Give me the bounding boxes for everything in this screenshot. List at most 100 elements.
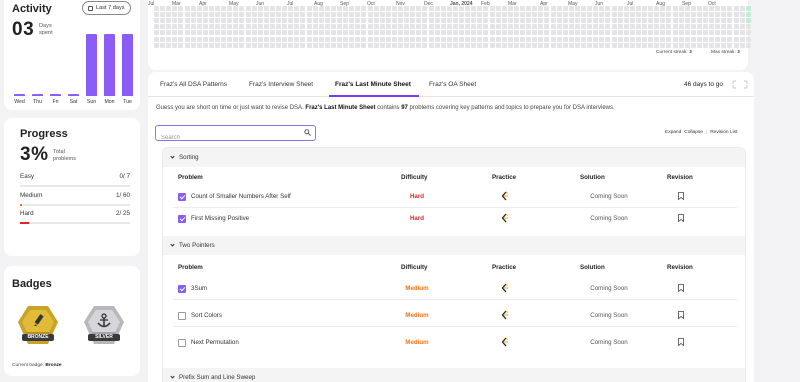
heatmap-cell [251,36,257,42]
problem-name[interactable]: 3Sum [191,285,207,292]
revision-list-link[interactable]: Revision List [710,130,737,135]
heatmap-cell [690,30,696,36]
heatmap-cell [276,6,281,11]
last-7-days-button[interactable]: Last 7 days [82,1,131,15]
heatmap-cell [727,24,733,30]
tab-oa-sheet[interactable]: Fraz's OA Sheet [429,81,476,88]
bookmark-icon[interactable] [678,338,684,346]
heatmap-cell [690,6,696,11]
problem-checkbox[interactable] [178,215,186,223]
heatmap-cell [251,6,257,11]
heatmap-cell [306,42,312,48]
bookmark-icon[interactable] [678,214,684,222]
heatmap-cell [611,24,617,30]
heatmap-cell [312,42,318,48]
heatmap-cell [227,24,233,30]
section-header-sorting[interactable]: Sorting [163,148,745,167]
section-header-two-pointers[interactable]: Two Pointers [163,236,745,255]
heatmap-cell [513,12,519,18]
problem-checkbox[interactable] [178,312,186,320]
heatmap-cell [404,42,410,48]
heatmap-cell [312,36,318,42]
heatmap-cell [550,36,556,42]
actions-separator: | [705,130,708,135]
section-title: Two Pointers [179,242,215,249]
heatmap-cell [178,24,184,30]
heatmap-cell [642,30,647,36]
heatmap-cell [343,18,349,24]
leetcode-icon[interactable] [500,283,510,293]
heatmap-cell [703,12,708,18]
heatmap-cell [404,24,410,30]
heatmap-cell [635,18,641,24]
heatmap-cell [257,42,263,48]
heatmap-cell [257,30,263,36]
heatmap-cell [581,6,586,11]
problem-checkbox[interactable] [178,193,186,201]
search-icon[interactable] [304,129,311,136]
heatmap-cell [367,42,373,48]
heatmap-cell [495,12,501,18]
leetcode-icon[interactable] [500,213,510,223]
problem-name[interactable]: Count of Smaller Numbers After Self [191,193,291,200]
bookmark-icon[interactable] [678,284,684,292]
collapse-link[interactable]: Collapse [684,130,703,135]
heatmap-cell [501,42,507,48]
heatmap-cell [404,6,410,11]
problem-name[interactable]: First Missing Positive [191,215,249,222]
bookmark-icon[interactable] [678,192,684,200]
search-box[interactable] [155,125,316,145]
heatmap-cell [190,6,196,11]
heatmap-cell [617,42,623,48]
heatmap-cell [160,6,166,11]
silver-badge[interactable]: SILVER [82,304,126,348]
heatmap-cell [227,6,233,11]
heatmap-cell [556,36,562,42]
heatmap-cell [623,24,629,30]
problem-checkbox[interactable] [178,339,186,347]
leetcode-icon[interactable] [500,337,510,347]
bookmark-icon[interactable] [678,311,684,319]
heatmap-cell [526,36,532,42]
heatmap-cell [452,12,458,18]
heatmap-cell [312,24,318,30]
heatmap-cell [538,18,544,24]
difficulty-label: Medium [405,339,429,346]
heatmap-cell [422,36,428,42]
heatmap-cell [251,12,257,18]
heatmap-cell [263,6,269,11]
tab-last-minute-sheet[interactable]: Fraz's Last Minute Sheet [335,81,411,88]
bronze-badge[interactable]: BRONZE [16,304,60,348]
heatmap-cell [678,24,684,30]
tab-all-dsa-patterns[interactable]: Fraz's All DSA Patterns [160,81,227,88]
heatmap-cell [263,12,269,18]
search-input[interactable] [156,131,296,145]
section-title: Sorting [179,154,199,161]
heatmap-cell [361,18,367,24]
heatmap-cell [446,36,452,42]
heatmap-cell [739,12,745,18]
heatmap-cell [471,42,477,48]
expand-link[interactable]: Expand [665,130,681,135]
heatmap-cell [568,42,574,48]
heatmap-cell [452,24,458,30]
active-tab-indicator [329,95,419,97]
problem-name[interactable]: Sort Colors [191,312,222,319]
section-header-prefix-sum[interactable]: Prefix Sum and Line Sweep [163,368,745,382]
expand-arrows-icon[interactable] [732,80,748,89]
problem-checkbox[interactable] [178,285,186,293]
heatmap-cell [391,6,397,11]
heatmap-cell [294,12,300,18]
heatmap-cell [202,42,208,48]
heatmap-cell [617,36,623,42]
heatmap-cell [263,42,269,48]
heatmap-cell [745,30,751,36]
problem-name[interactable]: Next Permutation [191,339,239,346]
leetcode-icon[interactable] [500,310,510,320]
heatmap-cell [422,24,428,30]
heatmap-cell [672,36,678,42]
heatmap-cell [678,36,684,42]
heatmap-cell [721,24,727,30]
tab-interview-sheet[interactable]: Fraz's Interview Sheet [249,81,313,88]
leetcode-icon[interactable] [500,191,510,201]
